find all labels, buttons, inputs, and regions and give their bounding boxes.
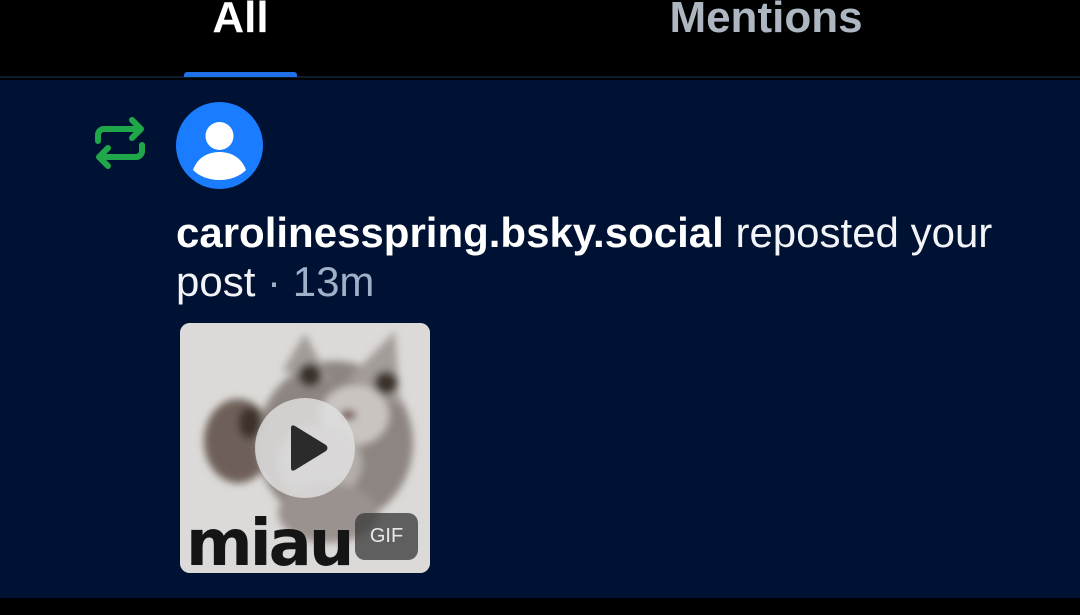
separator: · [255,258,293,305]
author-handle[interactable]: carolinesspring.bsky.social [176,209,724,256]
tab-mentions[interactable]: Mentions [630,0,902,78]
divider-bar [0,598,1080,615]
timestamp: 13m [292,258,375,305]
gif-caption: miau [186,507,351,573]
gif-badge: GIF [355,513,418,560]
repost-icon [90,113,150,173]
play-icon [291,425,328,471]
avatar[interactable] [176,102,263,189]
repost-notification[interactable]: carolinesspring.bsky.social reposted you… [0,80,1080,598]
tab-all[interactable]: All [184,0,297,78]
notification-text: carolinesspring.bsky.social reposted you… [176,208,1036,306]
tab-mentions-label: Mentions [669,0,863,42]
gif-thumbnail[interactable]: miau GIF [180,323,430,573]
play-button[interactable] [255,398,355,498]
tab-all-label: All [212,0,269,42]
default-avatar-icon [193,122,246,180]
notification-tabbar: All Mentions [0,0,1080,78]
active-tab-indicator [184,72,297,77]
